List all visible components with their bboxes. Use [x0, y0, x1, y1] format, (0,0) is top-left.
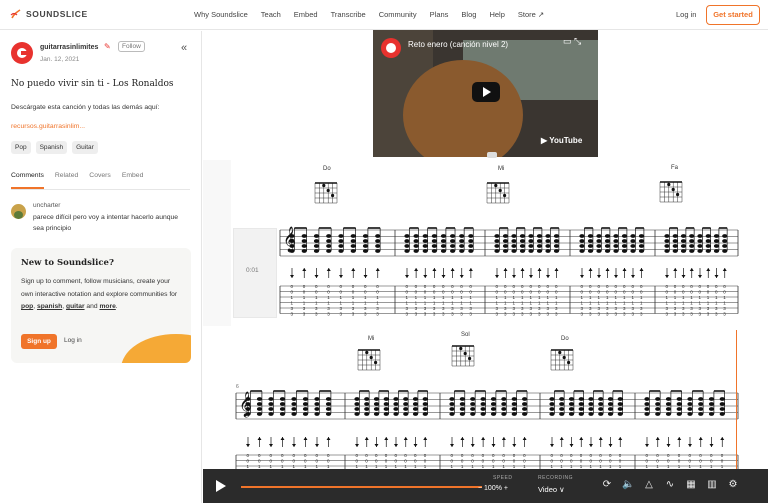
video-corner-icons[interactable]: ▭ ⤡ — [563, 36, 581, 47]
sidebar: guitarrasinlimites ✎ Follow Jan. 12, 202… — [0, 31, 202, 503]
signup-button[interactable]: Sign up — [21, 334, 57, 349]
comment-text: parece difícil pero voy a intentar hacer… — [33, 214, 179, 232]
brand-name: SOUNDSLICE — [26, 9, 88, 19]
nav-community[interactable]: Community — [379, 10, 417, 19]
nav-embed[interactable]: Embed — [294, 10, 318, 19]
chord-label: Do — [323, 166, 331, 172]
chord-label: Fa — [671, 165, 679, 171]
nav-plans[interactable]: Plans — [430, 10, 449, 19]
speed-control[interactable]: − 100% + — [478, 485, 508, 492]
promo-link-pop[interactable]: pop — [21, 303, 33, 310]
song-title: No puedo vivir sin ti - Los Ronaldos — [11, 79, 174, 89]
settings-gear-icon[interactable]: ⚙ — [727, 479, 739, 491]
piano-keyboard-icon[interactable]: ▥ — [706, 479, 718, 491]
progress-bar[interactable] — [241, 486, 482, 488]
playhead-cursor[interactable] — [736, 330, 737, 470]
tag-list: Pop Spanish Guitar — [11, 141, 98, 154]
promo-link-spanish[interactable]: spanish — [37, 303, 62, 310]
volume-icon[interactable]: 🔈 — [622, 479, 634, 491]
recording-select[interactable]: Video ∨ — [538, 485, 565, 494]
video-title[interactable]: Reto enero (canción nivel 2) — [408, 40, 508, 49]
tab-comments[interactable]: Comments — [11, 172, 44, 189]
play-button[interactable] — [216, 480, 226, 492]
promo-heading: New to Soundslice? — [21, 258, 114, 268]
tag-guitar[interactable]: Guitar — [72, 141, 98, 154]
time-marker-label: 0:01 — [246, 267, 259, 274]
promo-text-separator: , — [62, 303, 65, 310]
channel-logo-icon[interactable] — [381, 38, 401, 58]
tag-spanish[interactable]: Spanish — [35, 141, 68, 154]
promo-link-more[interactable]: more — [99, 303, 115, 310]
commenter-name[interactable]: uncharter — [33, 202, 60, 209]
chord-label: Do — [561, 336, 569, 342]
collapse-sidebar-icon[interactable]: « — [181, 42, 187, 54]
notation-system-1-background — [231, 160, 768, 326]
chord-label: Sol — [461, 332, 470, 338]
video-resize-handle[interactable] — [487, 152, 497, 158]
tag-pop[interactable]: Pop — [11, 141, 31, 154]
get-started-button[interactable]: Get started — [706, 5, 760, 25]
player-tools: ⟳ 🔈 △ ∿ ▦ ▥ ⚙ — [601, 479, 739, 491]
sidebar-tabs: Comments Related Covers Embed — [11, 172, 190, 190]
waveform-icon[interactable]: ∿ — [664, 479, 676, 491]
promo-link-guitar[interactable]: guitar — [66, 303, 85, 310]
video-player[interactable]: Reto enero (canción nivel 2) ▭ ⤡ ▶ YouTu… — [373, 30, 598, 157]
follow-button[interactable]: Follow — [118, 41, 145, 52]
promo-text-intro: Sign up to comment, follow musicians, cr… — [21, 278, 178, 298]
promo-text-period: . — [115, 303, 118, 310]
publish-date: Jan. 12, 2021 — [40, 56, 80, 63]
notation-system-2 — [203, 330, 768, 470]
nav-transcribe[interactable]: Transcribe — [331, 10, 366, 19]
chord-label: Mi — [368, 336, 375, 342]
description-link[interactable]: recursos.guitarrasinlim... — [11, 123, 85, 130]
nav-store[interactable]: Store ↗ — [518, 10, 544, 19]
promo-text: Sign up to comment, follow musicians, cr… — [21, 276, 183, 314]
author-name[interactable]: guitarrasinlimites — [40, 44, 98, 51]
loop-icon[interactable]: ⟳ — [601, 479, 613, 491]
tab-related[interactable]: Related — [55, 172, 78, 189]
signup-promo-box: New to Soundslice? Sign up to comment, f… — [11, 248, 191, 363]
promo-text-and: and — [84, 303, 100, 310]
fretboard-icon[interactable]: ▦ — [685, 479, 697, 491]
login-link[interactable]: Log in — [676, 10, 696, 19]
nav-teach[interactable]: Teach — [261, 10, 281, 19]
verified-icon: ✎ — [104, 42, 111, 51]
speed-label: SPEED — [493, 475, 513, 481]
chord-label: Mi — [498, 166, 505, 172]
commenter-avatar[interactable] — [11, 204, 26, 219]
soundslice-logo[interactable]: SOUNDSLICE — [10, 8, 88, 20]
promo-login-link[interactable]: Log in — [64, 337, 82, 344]
main-nav: Why Soundslice Teach Embed Transcribe Co… — [194, 10, 557, 19]
top-navigation-bar: SOUNDSLICE Why Soundslice Teach Embed Tr… — [0, 0, 768, 30]
tab-embed[interactable]: Embed — [122, 172, 144, 189]
youtube-logo-text: YouTube — [549, 136, 583, 145]
measure-number: 6 — [236, 384, 239, 390]
recording-label: RECORDING — [538, 475, 574, 481]
progress-fill — [241, 486, 482, 488]
youtube-logo[interactable]: ▶ YouTube — [541, 136, 582, 145]
tab-covers[interactable]: Covers — [89, 172, 111, 189]
song-description: Descárgate esta canción y todas las demá… — [11, 104, 160, 111]
metronome-icon[interactable]: △ — [643, 479, 655, 491]
nav-why-soundslice[interactable]: Why Soundslice — [194, 10, 248, 19]
video-play-button[interactable] — [472, 82, 500, 102]
notation-system-1 — [203, 160, 768, 326]
soundslice-logo-icon — [10, 9, 21, 19]
nav-help[interactable]: Help — [489, 10, 504, 19]
nav-blog[interactable]: Blog — [461, 10, 476, 19]
decorative-blob — [121, 334, 191, 363]
author-avatar[interactable] — [11, 42, 33, 64]
time-marker: 0:01 — [233, 228, 277, 318]
